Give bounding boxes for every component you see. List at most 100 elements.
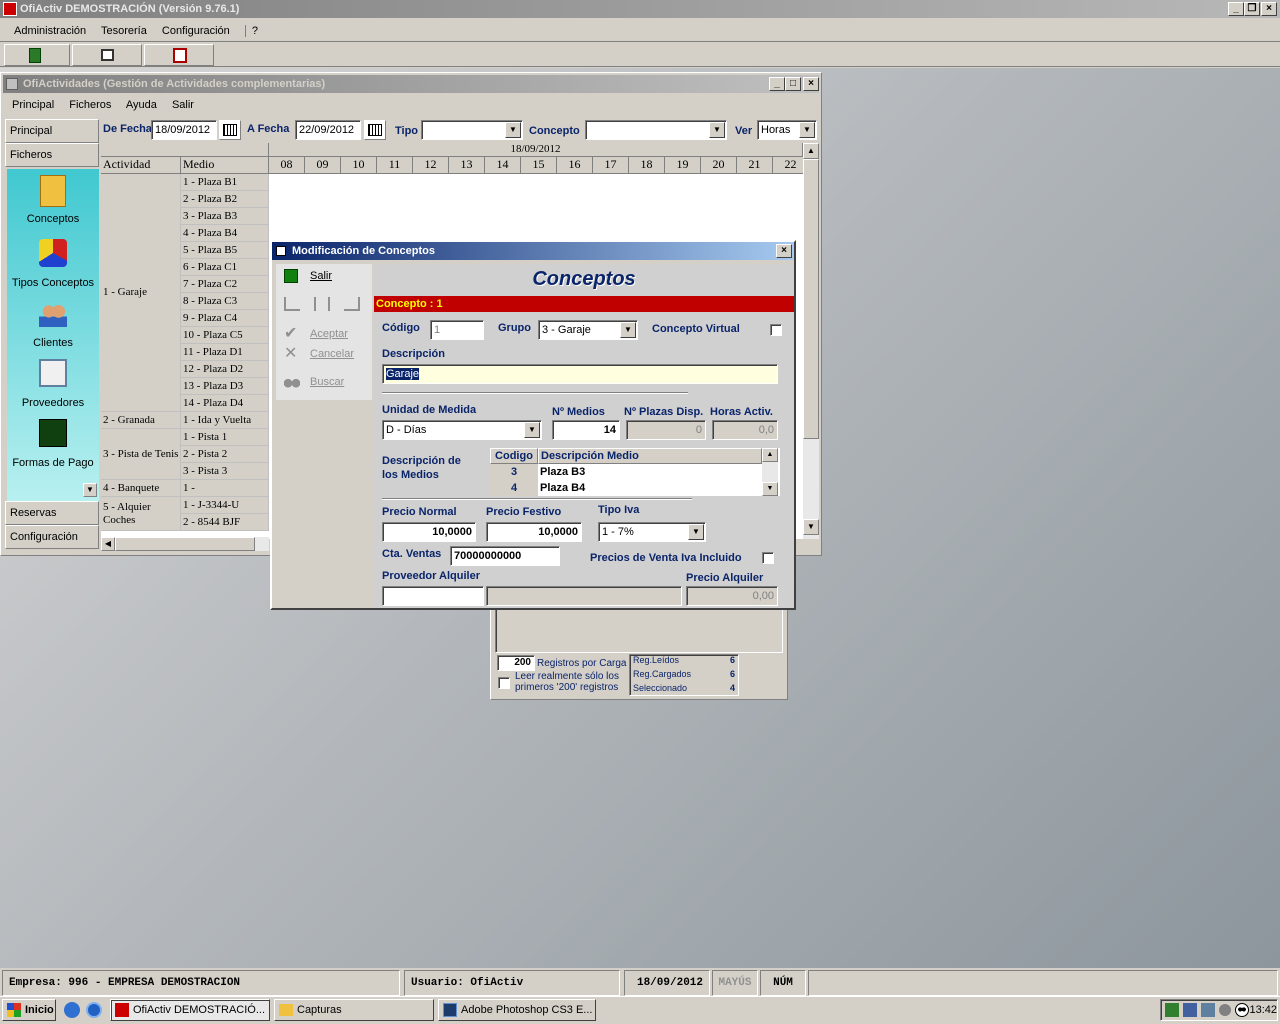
aceptar-button[interactable]: ✔ Aceptar — [276, 324, 372, 344]
grid-medio-cell[interactable]: 1 - Plaza B1 — [181, 174, 269, 191]
child-menu-salir[interactable]: Salir — [172, 99, 194, 111]
a-fecha-calendar-button[interactable] — [364, 120, 386, 140]
virtual-checkbox[interactable] — [770, 324, 782, 336]
grid-medio-cell[interactable]: 14 - Plaza D4 — [181, 395, 269, 412]
network-icon[interactable] — [1183, 1003, 1197, 1017]
child-maximize-button[interactable]: □ — [785, 77, 801, 91]
de-fecha-input[interactable]: 18/09/2012 — [151, 120, 217, 140]
grupo-select[interactable]: 3 - Garaje ▼ — [538, 320, 638, 340]
descripcion-input[interactable]: Garaje — [382, 364, 778, 384]
grid-medio-cell[interactable]: 3 - Plaza B3 — [181, 208, 269, 225]
proveedor-name-input[interactable] — [486, 586, 682, 606]
plazas-input[interactable]: 0 — [626, 420, 706, 440]
menu-administracion[interactable]: Administración — [14, 25, 86, 37]
menu-help[interactable]: ? — [252, 25, 258, 37]
task-photoshop[interactable]: Adobe Photoshop CS3 E... — [438, 999, 596, 1021]
nav-middle-icon[interactable] — [314, 297, 330, 311]
scroll-down-button[interactable]: ▼ — [762, 482, 778, 496]
scroll-thumb[interactable] — [803, 159, 819, 439]
proveedor-code-input[interactable] — [382, 586, 484, 606]
grid-medio-cell[interactable]: 2 - 8544 BJF — [181, 514, 269, 531]
monitor-icon[interactable] — [1201, 1003, 1215, 1017]
ver-select[interactable]: Horas ▼ — [757, 120, 817, 140]
sidebar-item-conceptos[interactable]: Conceptos — [7, 175, 99, 225]
grid-medio-cell[interactable]: 12 - Plaza D2 — [181, 361, 269, 378]
sidebar-item-proveedores[interactable]: Proveedores — [7, 359, 99, 409]
precio-alquiler-input[interactable]: 0,00 — [686, 586, 778, 606]
grid-medio-cell[interactable]: 9 - Plaza C4 — [181, 310, 269, 327]
toolbar-exit-button[interactable] — [4, 44, 70, 66]
scroll-down-button[interactable]: ▼ — [803, 519, 819, 535]
scroll-up-button[interactable]: ▲ — [762, 448, 778, 462]
grid-medio-cell[interactable]: 13 - Plaza D3 — [181, 378, 269, 395]
grid-medio-cell[interactable]: 2 - Pista 2 — [181, 446, 269, 463]
toolbar-windows-button[interactable] — [72, 44, 142, 66]
sidebar-tab-reservas[interactable]: Reservas — [5, 501, 99, 525]
hscroll-thumb[interactable] — [115, 537, 255, 551]
dialog-close-button[interactable]: × — [776, 244, 792, 258]
salir-button[interactable]: Salir — [276, 266, 372, 286]
sidebar-tab-ficheros[interactable]: Ficheros — [5, 143, 99, 167]
grid-medio-cell[interactable]: 4 - Plaza B4 — [181, 225, 269, 242]
cta-ventas-input[interactable]: 70000000000 — [450, 546, 560, 566]
nav-last-icon[interactable] — [344, 297, 360, 311]
grid-medio-cell[interactable]: 1 - J-3344-U — [181, 497, 269, 514]
grid-medio-cell[interactable]: 7 - Plaza C2 — [181, 276, 269, 293]
horas-input[interactable]: 0,0 — [712, 420, 778, 440]
child-menu-principal[interactable]: Principal — [12, 99, 54, 111]
toolbar-close-button[interactable] — [144, 44, 214, 66]
scroll-left-button[interactable]: ◀ — [101, 537, 115, 551]
menu-tesoreria[interactable]: Tesorería — [101, 25, 147, 37]
grid-vscrollbar[interactable]: ▲ ▼ — [803, 143, 819, 539]
grid-medio-cell[interactable]: 3 - Pista 3 — [181, 463, 269, 480]
tray-app-icon[interactable] — [1165, 1003, 1179, 1017]
sidebar-item-clientes[interactable]: Clientes — [7, 301, 99, 349]
app-restore-button[interactable]: ❐ — [1244, 2, 1260, 16]
grid-medio-cell[interactable]: 8 - Plaza C3 — [181, 293, 269, 310]
ie-icon[interactable] — [64, 1002, 80, 1018]
registros-carga-input[interactable]: 200 — [497, 655, 535, 671]
grid-medio-cell[interactable]: 2 - Plaza B2 — [181, 191, 269, 208]
codigo-input[interactable]: 1 — [430, 320, 484, 340]
tipo-iva-select[interactable]: 1 - 7% ▼ — [598, 522, 706, 542]
precio-normal-input[interactable]: 10,0000 — [382, 522, 476, 542]
sidebar-item-formas-pago[interactable]: Formas de Pago — [7, 419, 99, 469]
grid-hscrollbar[interactable]: ◀ — [101, 537, 269, 551]
app-minimize-button[interactable]: _ — [1228, 2, 1244, 16]
child-close-button[interactable]: × — [803, 77, 819, 91]
scroll-up-button[interactable]: ▲ — [803, 143, 819, 159]
leer-checkbox[interactable] — [498, 677, 510, 689]
child-menu-ayuda[interactable]: Ayuda — [126, 99, 157, 111]
sidebar-tab-principal[interactable]: Principal — [5, 119, 99, 143]
table-row[interactable]: 3 Plaza B3 — [490, 464, 762, 481]
cancelar-button[interactable]: ✕ Cancelar — [276, 344, 372, 364]
medios-scrollbar[interactable]: ▲ ▼ — [762, 448, 778, 496]
a-fecha-input[interactable]: 22/09/2012 — [295, 120, 361, 140]
grid-medio-cell[interactable]: 5 - Plaza B5 — [181, 242, 269, 259]
n-medios-input[interactable]: 14 — [552, 420, 620, 440]
sidebar-scroll-down-button[interactable]: ▼ — [83, 483, 97, 497]
grid-medio-cell[interactable]: 1 - Pista 1 — [181, 429, 269, 446]
buscar-button[interactable]: Buscar — [276, 372, 372, 392]
grid-medio-cell[interactable]: 1 - — [181, 480, 269, 497]
tipo-select[interactable]: ▼ — [421, 120, 523, 140]
grid-medio-cell[interactable]: 11 - Plaza D1 — [181, 344, 269, 361]
browser-icon[interactable] — [86, 1002, 102, 1018]
volume-icon[interactable] — [1219, 1004, 1231, 1016]
grid-medio-cell[interactable]: 6 - Plaza C1 — [181, 259, 269, 276]
iva-incluido-checkbox[interactable] — [762, 552, 774, 564]
task-capturas[interactable]: Capturas — [274, 999, 434, 1021]
sidebar-item-tipos-conceptos[interactable]: Tipos Conceptos — [7, 239, 99, 289]
concepto-select[interactable]: ▼ — [585, 120, 727, 140]
start-button[interactable]: Inicio — [2, 999, 56, 1021]
sidebar-tab-configuracion[interactable]: Configuración — [5, 525, 99, 549]
de-fecha-calendar-button[interactable] — [219, 120, 241, 140]
table-row[interactable]: 4 Plaza B4 — [490, 481, 762, 498]
nav-first-icon[interactable] — [284, 297, 300, 311]
child-minimize-button[interactable]: _ — [769, 77, 785, 91]
app-close-button[interactable]: × — [1261, 2, 1277, 16]
unidad-select[interactable]: D - Días ▼ — [382, 420, 542, 440]
menu-configuracion[interactable]: Configuración — [162, 25, 230, 37]
grid-medio-cell[interactable]: 1 - Ida y Vuelta — [181, 412, 269, 429]
task-ofiactiv[interactable]: OfiActiv DEMOSTRACIÓ... — [110, 999, 270, 1021]
